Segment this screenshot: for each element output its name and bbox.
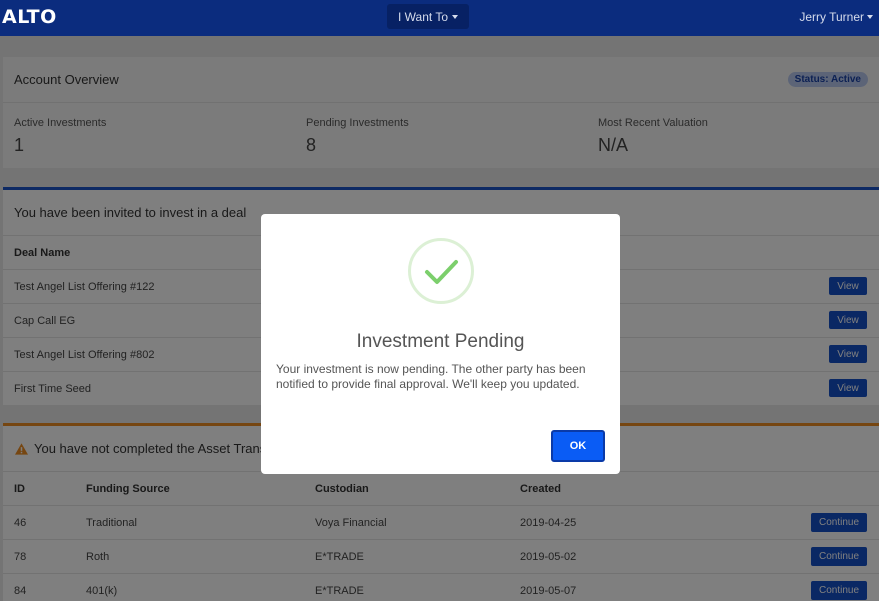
- logo[interactable]: ALTO: [2, 6, 57, 28]
- ok-button[interactable]: OK: [551, 430, 605, 462]
- modal-message: Your investment is now pending. The othe…: [276, 362, 586, 391]
- user-name: Jerry Turner: [799, 10, 864, 24]
- investment-pending-modal: Investment Pending Your investment is no…: [261, 214, 620, 474]
- chevron-down-icon: [452, 14, 459, 19]
- modal-title: Investment Pending: [356, 331, 525, 352]
- i-want-to-label: I Want To: [397, 9, 449, 24]
- chevron-down-icon: [867, 15, 873, 19]
- i-want-to-dropdown[interactable]: I Want To: [387, 4, 469, 29]
- success-circle: [408, 238, 474, 304]
- checkmark-icon: [425, 260, 458, 284]
- user-menu[interactable]: Jerry Turner: [799, 10, 873, 24]
- top-navbar: ALTO I Want To Jerry Turner: [0, 0, 879, 36]
